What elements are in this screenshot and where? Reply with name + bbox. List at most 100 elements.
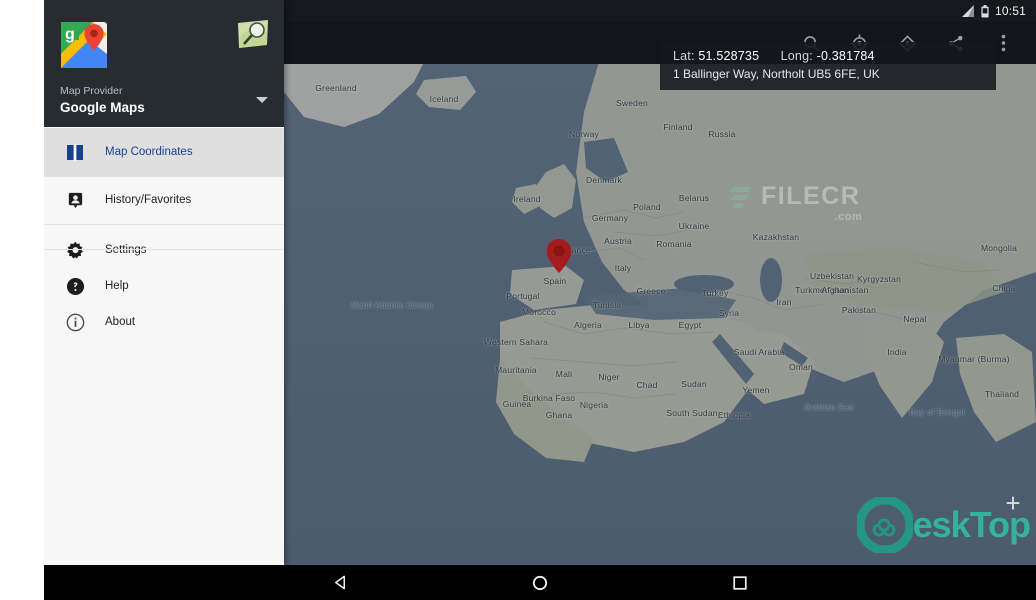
map-label: Greece bbox=[636, 286, 666, 296]
map-provider-label: Map Provider bbox=[60, 85, 123, 97]
back-button[interactable] bbox=[329, 572, 351, 594]
map-search-icon[interactable] bbox=[236, 19, 270, 49]
map-label: Mauritania bbox=[495, 365, 537, 375]
map-label: Finland bbox=[663, 122, 693, 132]
long-label: Long: bbox=[780, 49, 813, 63]
coordinate-info-panel[interactable]: Lat: 51.528735 Long: -0.381784 1 Balling… bbox=[660, 42, 996, 90]
desktop-logo-icon bbox=[856, 497, 913, 553]
drawer-divider bbox=[44, 224, 284, 225]
map-view[interactable]: GreenlandIcelandNorwegian SeaSwedenNorwa… bbox=[284, 22, 1036, 565]
map-label: Bay of Bengal bbox=[909, 407, 965, 417]
battery-icon bbox=[981, 4, 989, 17]
map-label: Syria bbox=[718, 308, 740, 318]
map-label: Iceland bbox=[429, 94, 459, 104]
status-bar-right-icons: 10:51 bbox=[961, 0, 1026, 22]
map-label: Mongolia bbox=[980, 243, 1018, 253]
drawer-divider bbox=[44, 176, 284, 177]
map-label: Pakistan bbox=[841, 305, 877, 315]
desktop-watermark-text: eskTop bbox=[912, 504, 1031, 545]
map-book-icon bbox=[64, 141, 86, 163]
help-icon bbox=[64, 275, 86, 297]
map-label: Ethiopia bbox=[717, 410, 751, 420]
map-label: Romania bbox=[656, 239, 692, 249]
map-label: Guinea bbox=[502, 399, 532, 409]
map-label: Uzbekistan bbox=[809, 271, 855, 281]
map-label: Morocco bbox=[522, 307, 556, 317]
map-label: Austria bbox=[604, 236, 632, 246]
map-label: Libya bbox=[628, 320, 650, 330]
map-label: North Atlantic Ocean bbox=[351, 300, 433, 310]
status-bar-clock: 10:51 bbox=[994, 4, 1026, 18]
sidebar-item-about[interactable]: About bbox=[44, 298, 284, 346]
signal-icon bbox=[961, 5, 974, 17]
map-label: Germany bbox=[591, 213, 629, 223]
navigation-drawer[interactable]: g Map Provider Google Maps Map Coordinat… bbox=[44, 0, 284, 565]
home-button[interactable] bbox=[529, 572, 551, 594]
filecr-watermark-text: FILECR .com bbox=[761, 182, 863, 223]
map-label: Denmark bbox=[586, 175, 622, 185]
map-label: Egypt bbox=[678, 320, 702, 330]
sidebar-item-label: About bbox=[105, 316, 136, 328]
map-label: Belarus bbox=[678, 193, 710, 203]
map-label: Arabian Sea bbox=[804, 402, 854, 412]
lat-value: 51.528735 bbox=[698, 49, 760, 63]
map-label: Turkey bbox=[701, 288, 729, 298]
map-label: Western Sahara bbox=[483, 337, 549, 347]
map-label: Greenland bbox=[315, 83, 357, 93]
map-label: Poland bbox=[633, 202, 661, 212]
sidebar-item-label: Help bbox=[105, 280, 129, 292]
info-icon bbox=[64, 311, 86, 333]
map-label: Afghanistan bbox=[821, 285, 869, 295]
map-label: Sudan bbox=[681, 379, 707, 389]
system-navigation-bar bbox=[44, 565, 1036, 600]
map-label: Kyrgyzstan bbox=[856, 274, 902, 284]
gear-icon bbox=[64, 239, 86, 261]
svg-text:g: g bbox=[65, 26, 75, 43]
coordinate-values: Lat: 51.528735 Long: -0.381784 bbox=[673, 49, 996, 63]
map-label: Italy bbox=[614, 263, 632, 273]
drawer-header: g Map Provider Google Maps bbox=[44, 0, 284, 127]
map-label: Portugal bbox=[506, 291, 540, 301]
filecr-logo-icon bbox=[730, 186, 751, 208]
map-label: Kazakhstan bbox=[752, 232, 800, 242]
map-label: Nigeria bbox=[579, 400, 609, 410]
map-provider-value[interactable]: Google Maps bbox=[60, 100, 145, 115]
map-label: Iran bbox=[776, 297, 792, 307]
map-label: Spain bbox=[543, 276, 567, 286]
sidebar-item-history-favorites[interactable]: History/Favorites bbox=[44, 176, 284, 224]
lat-label: Lat: bbox=[673, 49, 695, 63]
filecr-watermark: FILECR .com bbox=[729, 182, 863, 223]
map-label: Ireland bbox=[513, 194, 541, 204]
location-pin[interactable] bbox=[546, 239, 572, 273]
android-device-screen: GreenlandIcelandNorwegian SeaSwedenNorwa… bbox=[44, 0, 1036, 600]
filecr-watermark-suffix: .com bbox=[834, 211, 863, 223]
address-text: 1 Ballinger Way, Northolt UB5 6FE, UK bbox=[673, 67, 880, 81]
map-label: Myanmar (Burma) bbox=[938, 354, 1010, 364]
map-label: Sweden bbox=[616, 98, 648, 108]
sidebar-item-map-coordinates[interactable]: Map Coordinates bbox=[44, 128, 284, 176]
map-label: Thailand bbox=[984, 389, 1020, 399]
screenshot-root: GreenlandIcelandNorwegian SeaSwedenNorwa… bbox=[0, 0, 1036, 600]
map-label: Norway bbox=[568, 129, 600, 139]
map-label: China bbox=[992, 283, 1016, 293]
map-label: Niger bbox=[598, 372, 620, 382]
sidebar-item-label: Map Coordinates bbox=[105, 146, 193, 158]
long-value: -0.381784 bbox=[816, 49, 875, 63]
map-label: Russia bbox=[708, 129, 736, 139]
map-label: Saudi Arabia bbox=[733, 347, 785, 357]
desktop-watermark: eskTop bbox=[856, 497, 1031, 553]
map-label: Chad bbox=[636, 380, 658, 390]
drawer-divider bbox=[44, 249, 284, 250]
sidebar-item-label: History/Favorites bbox=[105, 194, 192, 206]
sidebar-item-label: Settings bbox=[105, 244, 147, 256]
recents-button[interactable] bbox=[729, 572, 751, 594]
map-label: South Sudan bbox=[666, 408, 718, 418]
map-label: Ghana bbox=[545, 410, 573, 420]
chevron-down-icon[interactable] bbox=[256, 97, 268, 103]
map-label: Nepal bbox=[903, 314, 927, 324]
map-label: India bbox=[887, 347, 907, 357]
map-label: Tunisia bbox=[592, 300, 622, 310]
map-label: Algeria bbox=[574, 320, 602, 330]
google-maps-logo-icon: g bbox=[61, 22, 107, 68]
history-icon bbox=[64, 189, 86, 211]
